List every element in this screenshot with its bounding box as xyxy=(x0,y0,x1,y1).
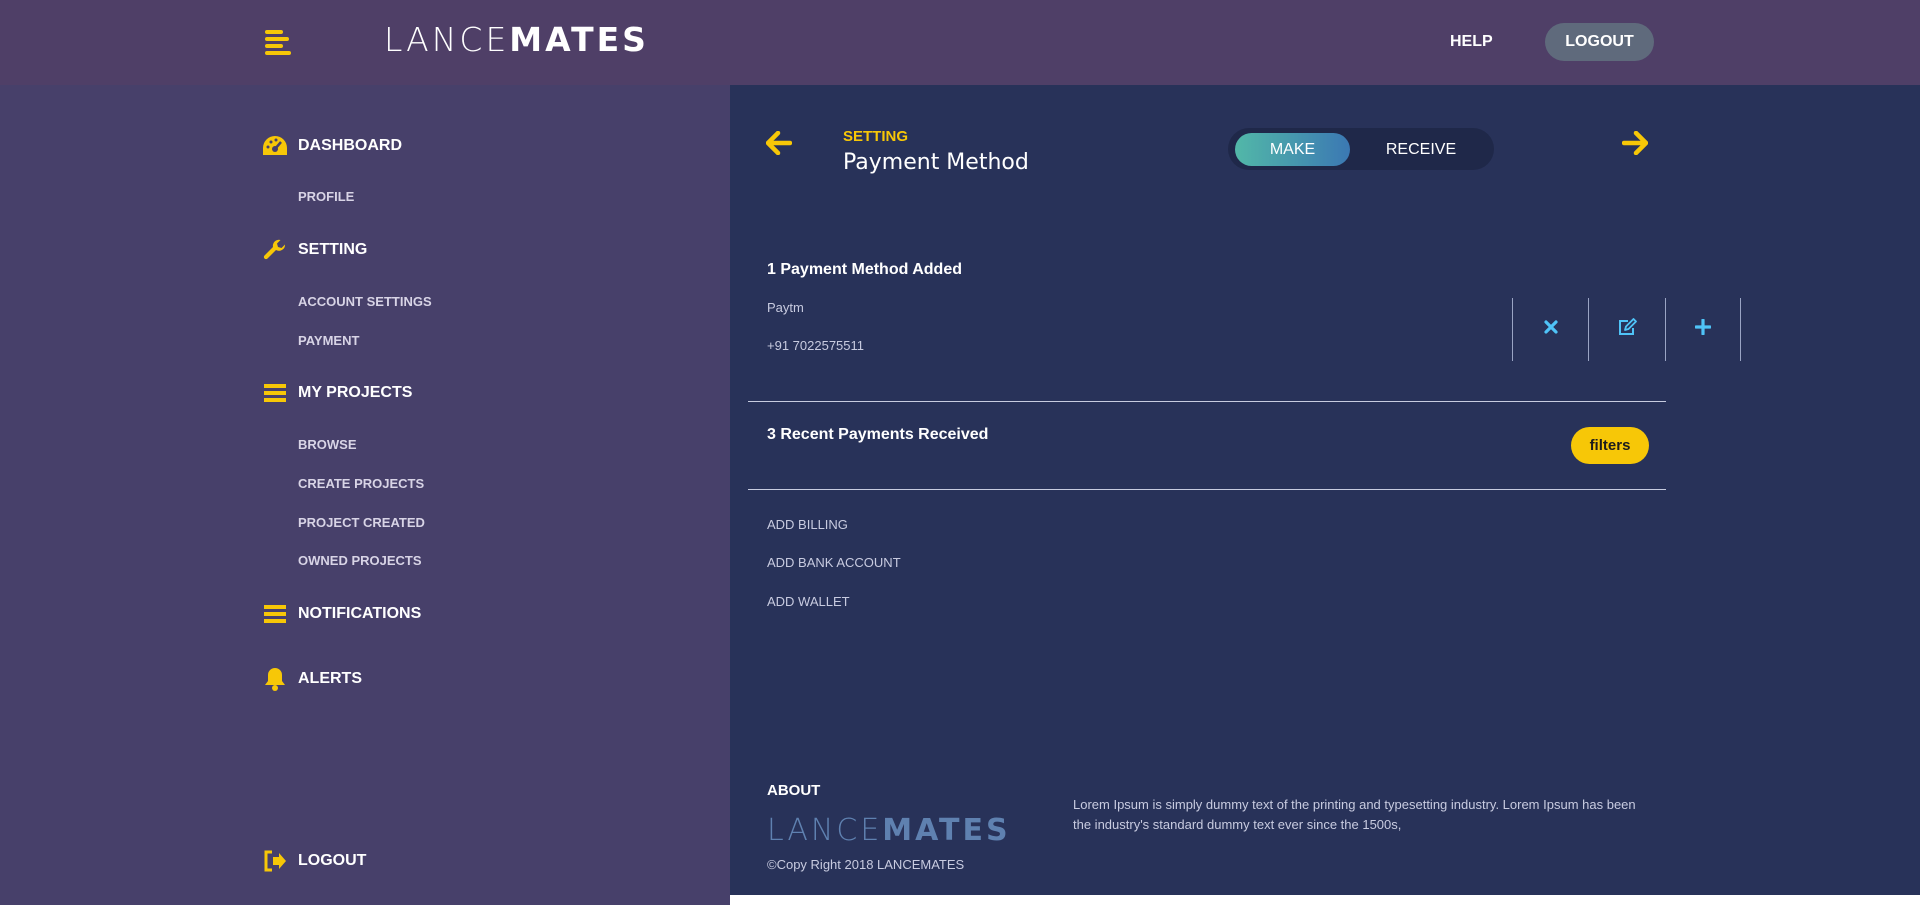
arrow-right-icon[interactable] xyxy=(1621,130,1652,161)
list-icon xyxy=(260,380,290,406)
logout-icon xyxy=(260,848,290,874)
sidebar-item-label: DASHBOARD xyxy=(298,137,402,154)
logo-bold-text: MATES xyxy=(509,20,649,59)
sidebar-item-notifications[interactable]: NOTIFICATIONS xyxy=(260,601,421,627)
sidebar-item-account-settings[interactable]: ACCOUNT SETTINGS xyxy=(298,294,432,309)
sidebar-item-label: SETTING xyxy=(298,241,368,258)
sidebar-item-my-projects[interactable]: MY PROJECTS xyxy=(260,380,412,406)
toggle-receive[interactable]: RECEIVE xyxy=(1356,133,1486,166)
edit-method-button[interactable] xyxy=(1588,298,1664,361)
wrench-icon xyxy=(260,237,290,263)
arrow-left-icon[interactable] xyxy=(765,130,796,161)
logo: LANCEMATES xyxy=(384,20,649,59)
list-icon xyxy=(260,601,290,627)
footer-logo-bold: MATES xyxy=(882,813,1011,848)
sidebar-item-browse[interactable]: BROWSE xyxy=(298,437,357,452)
page-title: Payment Method xyxy=(843,150,1029,175)
help-link[interactable]: HELP xyxy=(1450,33,1493,51)
sidebar-item-payment[interactable]: PAYMENT xyxy=(298,333,359,348)
add-method-button[interactable] xyxy=(1665,298,1741,361)
action-divider xyxy=(1512,298,1513,361)
add-billing-link[interactable]: ADD BILLING xyxy=(767,517,848,532)
sidebar-item-dashboard[interactable]: DASHBOARD xyxy=(260,133,402,159)
menu-icon[interactable] xyxy=(265,30,293,55)
bell-icon xyxy=(260,666,290,692)
remove-method-button[interactable] xyxy=(1513,298,1589,361)
recent-payments-title: 3 Recent Payments Received xyxy=(767,426,989,443)
sidebar-item-project-created[interactable]: PROJECT CREATED xyxy=(298,515,425,530)
breadcrumb: SETTING xyxy=(843,128,909,145)
add-wallet-link[interactable]: ADD WALLET xyxy=(767,594,850,609)
about-title: ABOUT xyxy=(767,782,821,799)
sidebar-item-create-projects[interactable]: CREATE PROJECTS xyxy=(298,476,424,491)
make-receive-toggle: MAKE RECEIVE xyxy=(1228,128,1494,170)
logout-button[interactable]: LOGOUT xyxy=(1545,23,1654,61)
logo-light-text: LANCE xyxy=(384,20,510,59)
footer-logo: LANCEMATES xyxy=(767,813,1011,848)
copyright: ©Copy Right 2018 LANCEMATES xyxy=(767,857,965,872)
sidebar-item-alerts[interactable]: ALERTS xyxy=(260,666,362,692)
edit-icon xyxy=(1617,318,1637,341)
section-divider xyxy=(748,489,1666,490)
add-bank-account-link[interactable]: ADD BANK ACCOUNT xyxy=(767,555,901,570)
sidebar-item-label: ALERTS xyxy=(298,670,362,687)
plus-icon xyxy=(1694,318,1712,340)
main-content: SETTING Payment Method MAKE RECEIVE 1 Pa… xyxy=(730,85,1920,895)
sidebar-item-label: LOGOUT xyxy=(298,852,367,869)
sidebar-item-logout[interactable]: LOGOUT xyxy=(260,848,366,874)
payment-methods-title: 1 Payment Method Added xyxy=(767,261,962,278)
toggle-make[interactable]: MAKE xyxy=(1235,133,1350,166)
payment-method-number: +91 7022575511 xyxy=(767,338,864,353)
payment-method-name: Paytm xyxy=(767,300,804,315)
sidebar-item-setting[interactable]: SETTING xyxy=(260,237,367,263)
sidebar-item-label: NOTIFICATIONS xyxy=(298,605,422,622)
section-divider xyxy=(748,401,1666,402)
close-icon xyxy=(1544,320,1558,339)
top-bar: LANCEMATES HELP LOGOUT xyxy=(0,0,1920,85)
sidebar-item-owned-projects[interactable]: OWNED PROJECTS xyxy=(298,553,422,568)
sidebar-item-profile[interactable]: PROFILE xyxy=(298,189,354,204)
filters-button[interactable]: filters xyxy=(1571,427,1649,464)
sidebar: DASHBOARD PROFILE SETTING ACCOUNT SETTIN… xyxy=(0,85,730,905)
dashboard-icon xyxy=(260,133,290,159)
footer-logo-light: LANCE xyxy=(767,813,883,848)
about-text: Lorem Ipsum is simply dummy text of the … xyxy=(1073,797,1636,832)
sidebar-item-label: MY PROJECTS xyxy=(298,384,413,401)
